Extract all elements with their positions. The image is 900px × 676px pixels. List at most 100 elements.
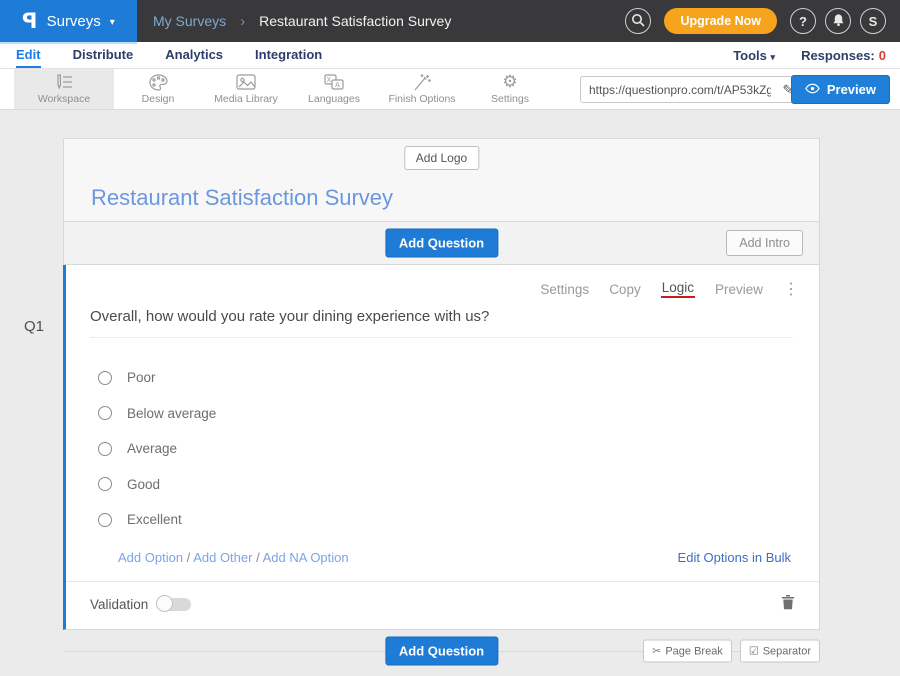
- add-intro-button[interactable]: Add Intro: [726, 230, 803, 256]
- add-option-link[interactable]: Add Option: [118, 550, 183, 565]
- help-button[interactable]: ?: [790, 8, 816, 34]
- upgrade-now-button[interactable]: Upgrade Now: [664, 8, 777, 34]
- question-preview-link[interactable]: Preview: [715, 282, 763, 297]
- option-label[interactable]: Good: [127, 477, 160, 492]
- account-avatar[interactable]: S: [860, 8, 886, 34]
- toolbar-item-finish-options[interactable]: Finish Options: [378, 69, 466, 109]
- search-icon: [631, 13, 645, 30]
- question-settings-link[interactable]: Settings: [540, 282, 589, 297]
- delete-question-button[interactable]: [781, 594, 795, 615]
- help-icon: ?: [799, 14, 807, 29]
- toolbar-item-media-library[interactable]: Media Library: [202, 69, 290, 109]
- survey-url-field: ✎: [580, 76, 802, 103]
- toolbar-item-label: Media Library: [214, 93, 278, 105]
- validation-label: Validation: [90, 597, 148, 612]
- question-number-label: Q1: [24, 318, 44, 335]
- option-row-excellent[interactable]: Excellent: [98, 502, 819, 538]
- toolbar-item-settings[interactable]: ⚙ Settings: [466, 69, 554, 109]
- option-label[interactable]: Poor: [127, 370, 156, 385]
- validation-row: Validation: [66, 582, 819, 629]
- toolbar-item-workspace[interactable]: Workspace: [14, 69, 114, 109]
- breadcrumb-survey-title: Restaurant Satisfaction Survey: [259, 13, 451, 29]
- option-label[interactable]: Excellent: [127, 512, 182, 527]
- option-label[interactable]: Below average: [127, 406, 216, 421]
- svg-text:A: A: [335, 82, 340, 89]
- radio-icon[interactable]: [98, 477, 112, 491]
- nav-tabs: Edit Distribute Analytics Integration: [0, 42, 322, 68]
- option-row-poor[interactable]: Poor: [98, 360, 819, 396]
- survey-title[interactable]: Restaurant Satisfaction Survey: [91, 185, 393, 211]
- page-break-button[interactable]: ✂ Page Break: [643, 640, 732, 663]
- radio-icon[interactable]: [98, 371, 112, 385]
- product-name: Surveys: [47, 13, 101, 30]
- separator-button[interactable]: ☑ Separator: [740, 640, 820, 663]
- nav-right: Tools ▾ Responses:0: [733, 48, 900, 63]
- tab-edit[interactable]: Edit: [16, 42, 41, 68]
- radio-icon[interactable]: [98, 513, 112, 527]
- add-question-button-bottom[interactable]: Add Question: [385, 637, 498, 666]
- toolbar-items: Workspace Design Media Library XA Langua…: [14, 69, 554, 109]
- link-separator: /: [256, 550, 260, 565]
- survey-url-input[interactable]: [581, 83, 775, 97]
- product-switcher[interactable]: P Surveys ▾: [0, 0, 137, 42]
- preview-label: Preview: [827, 82, 876, 97]
- radio-icon[interactable]: [98, 406, 112, 420]
- add-question-button-top[interactable]: Add Question: [385, 229, 498, 258]
- toolbar-item-languages[interactable]: XA Languages: [290, 69, 378, 109]
- breadcrumb-separator-icon: ›: [240, 13, 245, 30]
- editor-toolbar: Workspace Design Media Library XA Langua…: [0, 69, 900, 110]
- scissors-icon: ✂: [652, 645, 661, 658]
- toolbar-item-design[interactable]: Design: [114, 69, 202, 109]
- trash-icon: [781, 594, 795, 615]
- tools-menu[interactable]: Tools ▾: [733, 48, 775, 63]
- add-logo-button[interactable]: Add Logo: [404, 146, 479, 170]
- option-row-average[interactable]: Average: [98, 431, 819, 467]
- chevron-down-icon: ▾: [771, 52, 776, 62]
- tab-analytics[interactable]: Analytics: [165, 42, 223, 68]
- question-copy-link[interactable]: Copy: [609, 282, 641, 297]
- link-separator: /: [187, 550, 191, 565]
- responses-count: 0: [879, 48, 886, 63]
- breadcrumb: My Surveys › Restaurant Satisfaction Sur…: [153, 13, 451, 30]
- add-question-row-top: Add Question Add Intro: [63, 222, 820, 265]
- chevron-down-icon: ▾: [110, 17, 115, 28]
- bell-icon: [832, 13, 845, 30]
- validation-toggle[interactable]: [158, 598, 191, 611]
- option-label[interactable]: Average: [127, 441, 177, 456]
- breadcrumb-my-surveys[interactable]: My Surveys: [153, 13, 226, 29]
- add-na-option-link[interactable]: Add NA Option: [263, 550, 349, 565]
- tab-integration[interactable]: Integration: [255, 42, 322, 68]
- eye-icon: [805, 82, 820, 97]
- tab-distribute[interactable]: Distribute: [73, 42, 134, 68]
- toolbar-item-label: Workspace: [38, 93, 90, 105]
- question-actions: Settings Copy Logic Preview ⋮: [66, 265, 819, 299]
- more-menu-icon[interactable]: ⋮: [783, 279, 799, 299]
- gear-icon: ⚙: [502, 73, 517, 91]
- notifications-button[interactable]: [825, 8, 851, 34]
- answer-options: Poor Below average Average Good: [98, 360, 819, 538]
- edit-options-in-bulk-link[interactable]: Edit Options in Bulk: [678, 550, 791, 565]
- image-icon: [236, 73, 256, 91]
- add-question-row-bottom: Add Question ✂ Page Break ☑ Separator: [63, 630, 820, 673]
- question-logic-link[interactable]: Logic: [661, 280, 695, 298]
- separator-label: Separator: [763, 645, 811, 657]
- footer-right-buttons: ✂ Page Break ☑ Separator: [643, 640, 820, 663]
- palette-icon: [149, 73, 168, 91]
- questionpro-logo-icon: P: [22, 9, 37, 33]
- question-text[interactable]: Overall, how would you rate your dining …: [90, 308, 793, 338]
- responses-counter[interactable]: Responses:0: [801, 48, 886, 63]
- option-links-row: Add Option / Add Other / Add NA Option E…: [66, 550, 819, 565]
- option-row-good[interactable]: Good: [98, 467, 819, 503]
- add-other-link[interactable]: Add Other: [193, 550, 252, 565]
- search-button[interactable]: [625, 8, 651, 34]
- option-row-below-average[interactable]: Below average: [98, 396, 819, 432]
- radio-icon[interactable]: [98, 442, 112, 456]
- preview-button[interactable]: Preview: [791, 75, 890, 104]
- separator-check-icon: ☑: [749, 645, 759, 658]
- toolbar-item-label: Finish Options: [388, 93, 455, 105]
- option-add-links: Add Option / Add Other / Add NA Option: [118, 550, 349, 565]
- question-card-q1: Settings Copy Logic Preview ⋮ Overall, h…: [63, 265, 820, 630]
- toggle-knob: [156, 595, 173, 612]
- svg-text:X: X: [327, 77, 332, 84]
- magic-wand-icon: [413, 73, 431, 91]
